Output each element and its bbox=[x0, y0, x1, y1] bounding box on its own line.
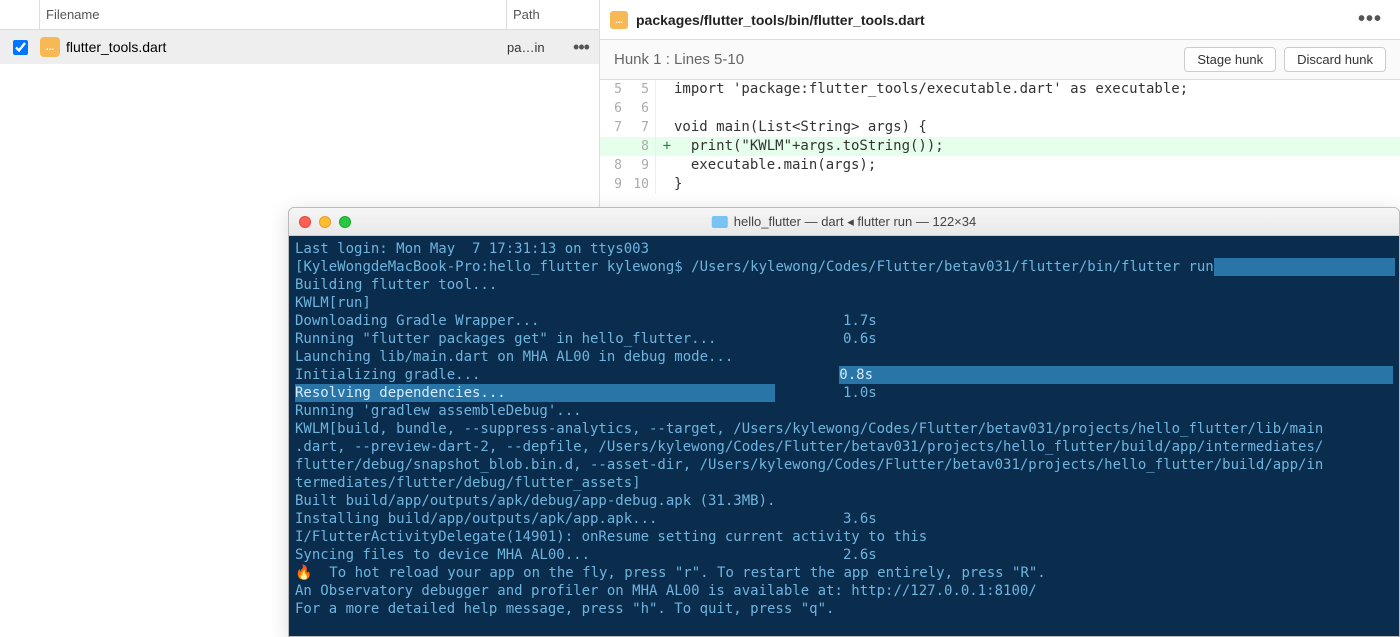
file-list-header: Filename Path bbox=[0, 0, 599, 30]
minimize-icon[interactable] bbox=[319, 216, 331, 228]
terminal-line: [KyleWongdeMacBook-Pro:hello_flutter kyl… bbox=[295, 258, 1393, 276]
diff-line[interactable]: 89 executable.main(args); bbox=[600, 156, 1400, 175]
folder-icon bbox=[712, 216, 728, 228]
hunk-label: Hunk 1 : Lines 5-10 bbox=[614, 51, 1176, 68]
terminal-line: For a more detailed help message, press … bbox=[295, 600, 1393, 618]
dart-file-icon: ... bbox=[40, 37, 60, 57]
diff-panel: ... packages/flutter_tools/bin/flutter_t… bbox=[600, 0, 1400, 207]
terminal-line: Syncing files to device MHA AL00...2.6s bbox=[295, 546, 1393, 564]
terminal-line: KWLM[run] bbox=[295, 294, 1393, 312]
maximize-icon[interactable] bbox=[339, 216, 351, 228]
tab-title[interactable]: packages/flutter_tools/bin/flutter_tools… bbox=[636, 12, 1358, 28]
close-icon[interactable] bbox=[299, 216, 311, 228]
terminal-titlebar[interactable]: hello_flutter — dart ◂ flutter run — 122… bbox=[289, 208, 1399, 236]
terminal-line: Last login: Mon May 7 17:31:13 on ttys00… bbox=[295, 240, 1393, 258]
terminal-line: Initializing gradle...0.8s bbox=[295, 366, 1393, 384]
terminal-window: hello_flutter — dart ◂ flutter run — 122… bbox=[288, 207, 1400, 637]
terminal-line: I/FlutterActivityDelegate(14901): onResu… bbox=[295, 528, 1393, 546]
file-path-label: pa…in bbox=[507, 40, 563, 55]
terminal-line: Building flutter tool... bbox=[295, 276, 1393, 294]
terminal-title: hello_flutter — dart ◂ flutter run — 122… bbox=[734, 214, 976, 230]
file-more-button[interactable]: ••• bbox=[563, 37, 599, 58]
tab-more-button[interactable]: ••• bbox=[1358, 8, 1390, 31]
path-header[interactable]: Path bbox=[507, 0, 599, 29]
terminal-line: Built build/app/outputs/apk/debug/app-de… bbox=[295, 492, 1393, 510]
terminal-line: Downloading Gradle Wrapper...1.7s bbox=[295, 312, 1393, 330]
dart-file-icon: ... bbox=[610, 11, 628, 29]
file-checkbox[interactable] bbox=[13, 40, 28, 55]
terminal-line: flutter/debug/snapshot_blob.bin.d, --ass… bbox=[295, 456, 1393, 474]
terminal-line: termediates/flutter/debug/flutter_assets… bbox=[295, 474, 1393, 492]
file-list-panel: Filename Path ... flutter_tools.dart pa…… bbox=[0, 0, 600, 207]
diff-line[interactable]: 8+ print("KWLM"+args.toString()); bbox=[600, 137, 1400, 156]
diff-line[interactable]: 77void main(List<String> args) { bbox=[600, 118, 1400, 137]
terminal-line: Running 'gradlew assembleDebug'... bbox=[295, 402, 1393, 420]
stage-hunk-button[interactable]: Stage hunk bbox=[1184, 47, 1276, 72]
terminal-line: KWLM[build, bundle, --suppress-analytics… bbox=[295, 420, 1393, 438]
checkbox-header bbox=[0, 0, 40, 29]
terminal-body[interactable]: Last login: Mon May 7 17:31:13 on ttys00… bbox=[289, 236, 1399, 636]
filename-header[interactable]: Filename bbox=[40, 0, 507, 29]
hunk-header: Hunk 1 : Lines 5-10 Stage hunk Discard h… bbox=[600, 40, 1400, 80]
terminal-line: Launching lib/main.dart on MHA AL00 in d… bbox=[295, 348, 1393, 366]
terminal-line: Running "flutter packages get" in hello_… bbox=[295, 330, 1393, 348]
diff-line[interactable]: 66 bbox=[600, 99, 1400, 118]
diff-line[interactable]: 910} bbox=[600, 175, 1400, 194]
terminal-line: Installing build/app/outputs/apk/app.apk… bbox=[295, 510, 1393, 528]
diff-view[interactable]: 55import 'package:flutter_tools/executab… bbox=[600, 80, 1400, 194]
file-row[interactable]: ... flutter_tools.dart pa…in ••• bbox=[0, 30, 599, 64]
discard-hunk-button[interactable]: Discard hunk bbox=[1284, 47, 1386, 72]
diff-line[interactable]: 55import 'package:flutter_tools/executab… bbox=[600, 80, 1400, 99]
file-name-label: flutter_tools.dart bbox=[66, 39, 166, 55]
terminal-line: An Observatory debugger and profiler on … bbox=[295, 582, 1393, 600]
terminal-line: Resolving dependencies... 1.0s bbox=[295, 384, 1393, 402]
terminal-line: .dart, --preview-dart-2, --depfile, /Use… bbox=[295, 438, 1393, 456]
editor-tab-bar: ... packages/flutter_tools/bin/flutter_t… bbox=[600, 0, 1400, 40]
terminal-line: 🔥 To hot reload your app on the fly, pre… bbox=[295, 564, 1393, 582]
